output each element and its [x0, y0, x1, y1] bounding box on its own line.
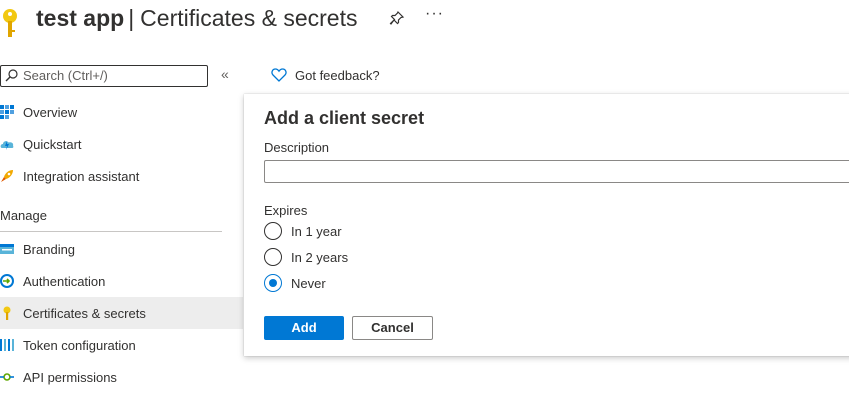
radio-button[interactable] — [264, 248, 282, 266]
add-button[interactable]: Add — [264, 316, 344, 340]
expires-option-never[interactable]: Never — [264, 274, 384, 294]
sidebar-item-label: Quickstart — [23, 137, 82, 152]
overview-grid-icon — [0, 105, 14, 119]
description-field[interactable] — [264, 160, 849, 183]
key-icon — [3, 306, 11, 320]
expires-label: Expires — [264, 203, 308, 218]
sidebar-item-label: Certificates & secrets — [23, 306, 146, 321]
section-title-manage: Manage — [0, 208, 47, 223]
branding-icon — [0, 244, 14, 254]
page-title: test app | Certificates & secrets — [36, 4, 357, 32]
sidebar-item-quickstart[interactable]: Quickstart — [0, 128, 243, 160]
sidebar-item-label: Branding — [23, 242, 76, 257]
heart-icon[interactable] — [271, 67, 287, 83]
sidebar-item-certificates-secrets[interactable]: Certificates & secrets — [0, 297, 243, 329]
quickstart-cloud-icon — [0, 141, 14, 150]
cancel-button[interactable]: Cancel — [352, 316, 433, 340]
sidebar-item-api-permissions[interactable]: API permissions — [0, 361, 243, 393]
sidebar-item-branding[interactable]: Branding — [0, 233, 243, 265]
collapse-menu-button[interactable]: « — [221, 66, 229, 82]
sidebar-item-label: Overview — [23, 105, 78, 120]
app-key-icon — [3, 9, 17, 37]
radio-button-selected[interactable] — [264, 274, 282, 292]
sidebar-item-label: Integration assistant — [23, 169, 140, 184]
rocket-icon — [1, 170, 13, 182]
radio-label: In 2 years — [291, 250, 349, 265]
search-placeholder: Search (Ctrl+/) — [23, 68, 108, 83]
pin-icon[interactable] — [389, 10, 405, 26]
sidebar-item-label: Authentication — [23, 274, 106, 289]
authentication-icon — [0, 274, 14, 288]
api-permissions-icon — [0, 373, 14, 381]
sidebar-item-token-configuration[interactable]: Token configuration — [0, 329, 243, 361]
sidebar-item-label: Token configuration — [23, 338, 136, 353]
expires-option-1-year[interactable]: In 1 year — [264, 222, 384, 242]
search-icon — [5, 69, 18, 82]
more-options-button[interactable]: ··· — [425, 5, 444, 23]
sidebar-divider — [0, 231, 222, 232]
sidebar-item-integration-assistant[interactable]: Integration assistant — [0, 160, 243, 192]
feedback-link[interactable]: Got feedback? — [295, 68, 380, 83]
title-separator: | — [128, 5, 135, 31]
token-bars-icon — [0, 339, 14, 351]
description-label: Description — [264, 140, 330, 155]
radio-button[interactable] — [264, 222, 282, 240]
radio-label: Never — [291, 276, 326, 291]
sidebar-item-label: API permissions — [23, 370, 117, 385]
blade-title: Certificates & secrets — [140, 5, 358, 31]
search-input[interactable]: Search (Ctrl+/) — [0, 65, 208, 87]
sidebar-item-authentication[interactable]: Authentication — [0, 265, 243, 297]
radio-label: In 1 year — [291, 224, 342, 239]
expires-option-2-years[interactable]: In 2 years — [264, 248, 384, 268]
panel-title: Add a client secret — [264, 108, 425, 128]
app-name: test app — [36, 5, 125, 31]
sidebar-item-overview[interactable]: Overview — [0, 96, 243, 128]
